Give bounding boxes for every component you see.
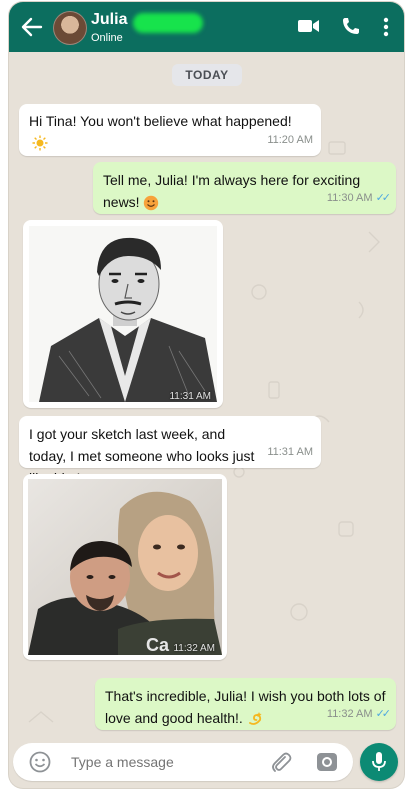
shirt-print: Ca xyxy=(146,635,170,655)
message-text: Hi Tina! You won't believe what happened… xyxy=(29,113,292,129)
message-time-group: 11:32 AM ✓✓ xyxy=(326,704,392,725)
camera-icon[interactable] xyxy=(315,751,339,773)
selfie-photo-image[interactable]: Ca xyxy=(28,479,222,655)
read-receipt-icon: ✓✓ xyxy=(375,708,392,720)
outgoing-message[interactable]: Tell me, Julia! I'm always here for exci… xyxy=(93,162,396,214)
dizzy-emoji-icon xyxy=(248,712,262,726)
incoming-image-message[interactable]: Ca 11:32 AM xyxy=(23,474,227,660)
contact-avatar[interactable] xyxy=(53,11,87,45)
date-separator: TODAY xyxy=(172,64,242,86)
message-text: Tell me, Julia! I'm always here for exci… xyxy=(103,172,361,210)
phone-icon[interactable] xyxy=(341,16,361,36)
emoji-icon[interactable] xyxy=(29,751,51,773)
message-time: 11:31 AM xyxy=(267,446,313,458)
voice-record-button[interactable] xyxy=(360,743,398,781)
incoming-message[interactable]: Hi Tina! You won't believe what happened… xyxy=(19,104,321,156)
back-arrow-icon[interactable] xyxy=(19,14,45,40)
message-time: 11:31 AM xyxy=(169,391,211,402)
message-time-group: 11:30 AM ✓✓ xyxy=(326,188,392,209)
contact-status: Online xyxy=(91,32,123,44)
message-time: 11:20 AM xyxy=(267,134,313,146)
incoming-image-message[interactable]: 11:31 AM xyxy=(23,220,223,408)
attach-icon[interactable] xyxy=(269,751,293,775)
contact-name[interactable]: Julia xyxy=(91,11,127,29)
sketch-portrait-image[interactable] xyxy=(29,226,217,402)
redacted-name-bar xyxy=(133,13,203,33)
mic-icon xyxy=(372,752,386,771)
message-time: 11:32 AM xyxy=(173,643,215,654)
chat-header: Julia Online xyxy=(9,2,404,52)
outgoing-message[interactable]: That's incredible, Julia! I wish you bot… xyxy=(95,678,396,730)
smile-emoji-icon xyxy=(144,196,159,211)
more-vert-icon[interactable] xyxy=(381,16,391,38)
sun-emoji-icon xyxy=(32,135,48,151)
message-input[interactable] xyxy=(71,754,251,770)
read-receipt-icon: ✓✓ xyxy=(375,192,392,204)
message-time: 11:30 AM xyxy=(326,192,373,204)
chat-screen: Julia Online TODAY Hi Tina! You won't be… xyxy=(9,2,404,788)
video-call-icon[interactable] xyxy=(297,16,321,36)
message-time: 11:32 AM xyxy=(326,708,373,720)
incoming-message[interactable]: I got your sketch last week, and today, … xyxy=(19,416,321,486)
message-composer[interactable] xyxy=(13,743,353,781)
